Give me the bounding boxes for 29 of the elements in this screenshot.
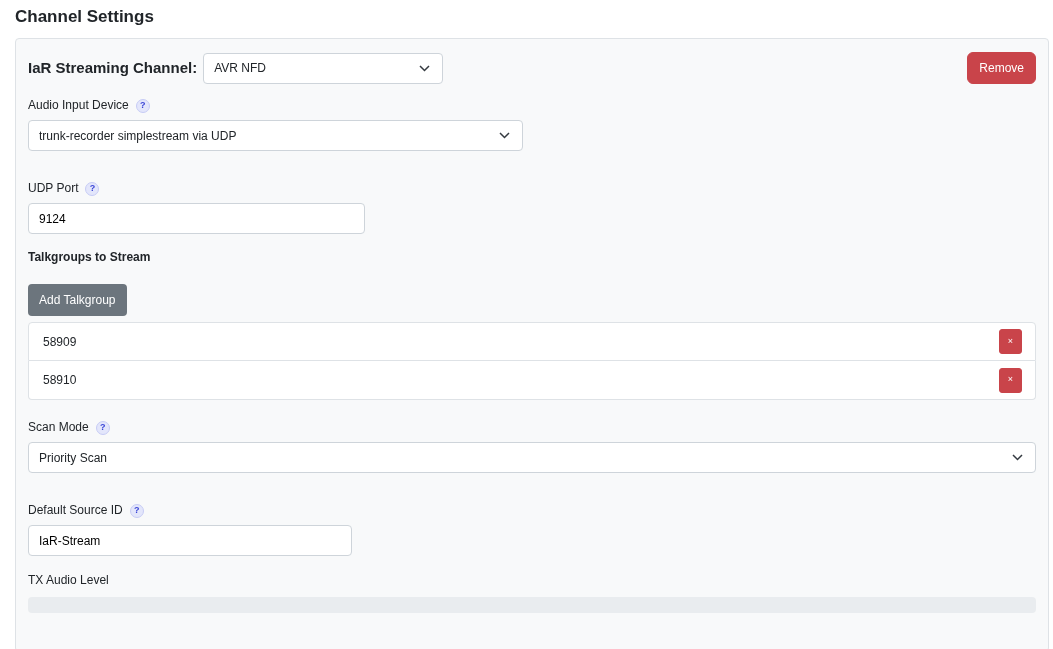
delete-button[interactable]: ×	[999, 367, 1022, 393]
field-label: Audio Input Device	[28, 98, 129, 113]
help-icon[interactable]: ?	[129, 503, 144, 518]
page-title: Channel Settings	[15, 6, 155, 28]
field-label: Scan Mode	[28, 420, 89, 435]
field-label: Talkgroups to Stream	[28, 250, 151, 265]
selected-value: AVR NFD	[214, 60, 266, 77]
field-label: TX Audio Level	[28, 573, 109, 588]
field-label: Default Source ID	[28, 503, 123, 518]
delete-button[interactable]: ×	[999, 329, 1022, 354]
dropdown-field[interactable]: Priority Scan	[28, 442, 1036, 473]
talkgroup-id: 58909	[43, 333, 77, 351]
channel-select[interactable]: AVR NFD	[203, 52, 444, 84]
dropdown-field[interactable]: trunk-recorder simplestream via UDP	[28, 120, 523, 151]
add-talkgroup-button[interactable]: Add Talkgroup	[28, 284, 127, 316]
help-icon[interactable]: ?	[85, 181, 100, 196]
selected-value: trunk-recorder simplestream via UDP	[39, 127, 237, 145]
chevron-down-icon	[1012, 454, 1023, 461]
channel-label: IaR Streaming Channel:	[28, 57, 198, 78]
field-label: UDP Port	[28, 181, 79, 196]
chevron-down-icon	[499, 132, 510, 139]
chevron-down-icon	[419, 64, 431, 72]
input-field[interactable]: 9124	[28, 203, 365, 234]
input-field[interactable]: IaR-Stream	[28, 525, 352, 556]
talkgroup-id: 58910	[43, 372, 77, 389]
help-icon[interactable]: ?	[95, 420, 110, 435]
remove-button[interactable]: Remove	[967, 52, 1036, 84]
selected-value: Priority Scan	[39, 449, 108, 467]
help-icon[interactable]: ?	[135, 98, 150, 113]
